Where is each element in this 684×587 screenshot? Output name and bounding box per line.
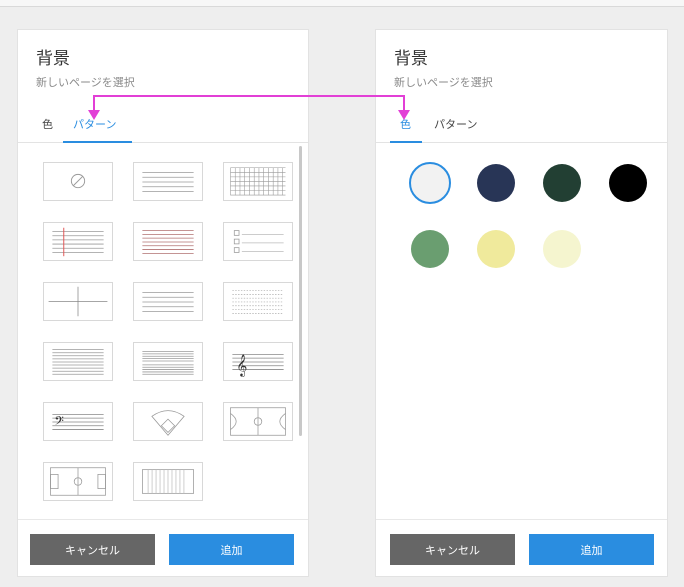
active-tab-indicator [390, 141, 422, 143]
pattern-dotted-ruled[interactable] [223, 282, 293, 321]
pattern-baseball-field[interactable] [133, 402, 203, 441]
grid-icon [230, 167, 286, 196]
pattern-grid: 𝄞 𝄢 [18, 143, 308, 519]
color-swatch-white[interactable] [409, 162, 451, 204]
pattern-ruled-margin[interactable] [43, 222, 113, 261]
tab-bar: 色 パターン [18, 106, 308, 143]
add-button[interactable]: 追加 [529, 534, 654, 565]
svg-text:𝄞: 𝄞 [236, 354, 247, 377]
top-border [0, 0, 684, 7]
pattern-ruled-narrow[interactable] [133, 222, 203, 261]
tab-color[interactable]: 色 [400, 116, 411, 132]
pattern-staff-blank[interactable] [133, 342, 203, 381]
cancel-button[interactable]: キャンセル [30, 534, 155, 565]
pattern-quadrant[interactable] [43, 282, 113, 321]
pattern-bass-clef-staff[interactable]: 𝄢 [43, 402, 113, 441]
dialog-title: 背景 [36, 49, 70, 69]
tab-color[interactable]: 色 [42, 116, 53, 132]
ruled-wide-icon [142, 172, 194, 192]
pattern-basketball-court[interactable] [223, 402, 293, 441]
color-swatch-black[interactable] [609, 164, 647, 202]
treble-clef-staff-icon: 𝄞 [232, 354, 284, 377]
dialog-subtitle: 新しいページを選択 [36, 76, 135, 89]
svg-text:𝄢: 𝄢 [54, 414, 64, 432]
color-swatch-dark-green[interactable] [543, 164, 581, 202]
checklist-icon [233, 230, 284, 253]
dialog-subtitle: 新しいページを選択 [394, 76, 493, 89]
football-field-icon [142, 469, 194, 494]
pattern-ruled-dense[interactable] [43, 342, 113, 381]
dotted-ruled-icon [232, 290, 284, 314]
scrollbar[interactable] [299, 146, 302, 436]
pattern-soccer-field[interactable] [43, 462, 113, 501]
dialog-footer: キャンセル 追加 [376, 519, 667, 576]
color-swatch-navy[interactable] [477, 164, 515, 202]
ruled-dense-icon [52, 349, 104, 375]
none-icon [70, 173, 86, 189]
background-dialog-color: 背景 新しいページを選択 色 パターン キャンセル 追加 [376, 30, 667, 576]
dialog-footer: キャンセル 追加 [18, 519, 308, 576]
basketball-court-icon [230, 407, 286, 436]
color-swatch-yellow[interactable] [477, 230, 515, 268]
color-swatch-pale-yellow[interactable] [543, 230, 581, 268]
color-swatch-green[interactable] [411, 230, 449, 268]
pattern-ruled-medium[interactable] [133, 282, 203, 321]
cancel-button[interactable]: キャンセル [390, 534, 515, 565]
baseball-field-icon [151, 410, 185, 436]
ruled-margin-icon [52, 227, 104, 257]
staff-blank-icon [142, 351, 194, 375]
quadrant-icon [48, 286, 108, 317]
ruled-narrow-icon [142, 230, 194, 254]
pattern-checklist[interactable] [223, 222, 293, 261]
dialog-title: 背景 [394, 49, 428, 69]
pattern-football-field[interactable] [133, 462, 203, 501]
ruled-medium-icon [142, 292, 194, 312]
pattern-treble-clef-staff[interactable]: 𝄞 [223, 342, 293, 381]
tab-pattern[interactable]: パターン [73, 116, 116, 132]
soccer-field-icon [50, 467, 106, 496]
background-dialog-pattern: 背景 新しいページを選択 色 パターン 𝄞 𝄢 キャンセル 追加 [18, 30, 308, 576]
pattern-none[interactable] [43, 162, 113, 201]
add-button[interactable]: 追加 [169, 534, 294, 565]
bass-clef-staff-icon: 𝄢 [52, 414, 104, 432]
pattern-ruled-wide[interactable] [133, 162, 203, 201]
tab-pattern[interactable]: パターン [434, 116, 477, 132]
tab-bar: 色 パターン [376, 106, 667, 143]
pattern-grid[interactable] [223, 162, 293, 201]
